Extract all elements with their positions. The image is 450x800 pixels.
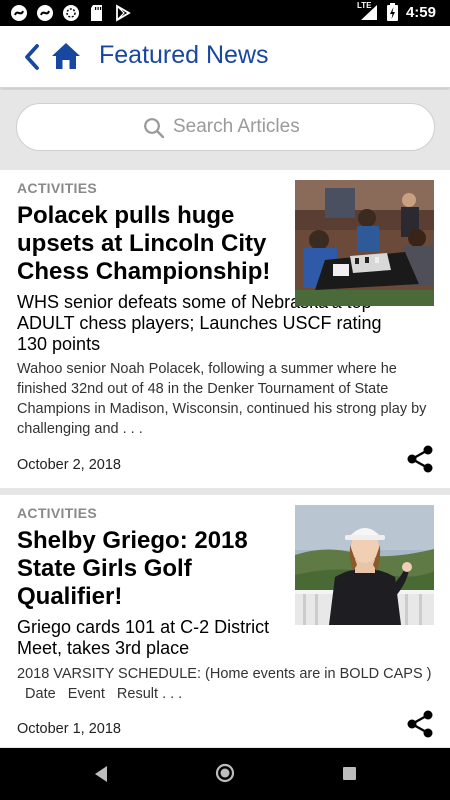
share-icon[interactable] <box>405 444 435 474</box>
swirl-app-icon <box>11 5 27 21</box>
chess-tournament-photo[interactable] <box>295 180 434 306</box>
article-date: October 2, 2018 <box>17 457 121 473</box>
system-nav-bar <box>0 748 450 800</box>
notification-icons <box>10 4 132 22</box>
article-category: ACTIVITIES <box>17 505 98 521</box>
home-icon[interactable] <box>50 40 82 72</box>
page-title: Featured News <box>99 41 269 69</box>
article-category: ACTIVITIES <box>17 180 98 196</box>
search-area <box>0 90 450 168</box>
status-time: 4:59 <box>405 3 436 21</box>
article-card[interactable]: ACTIVITIES Polacek pulls huge upsets at … <box>0 170 450 488</box>
search-icon <box>144 118 165 139</box>
article-date: October 1, 2018 <box>17 721 121 737</box>
status-bar: LTE 4:59 <box>0 0 450 26</box>
article-excerpt-line2: Date Event Result . . . <box>17 686 183 702</box>
app-bar: Featured News <box>0 26 450 88</box>
circle-app-icon <box>63 5 79 21</box>
share-icon[interactable] <box>405 709 435 739</box>
article-excerpt-line1: 2018 VARSITY SCHEDULE: (Home events are … <box>17 666 432 682</box>
system-status: LTE 4:59 <box>357 1 436 21</box>
nav-home-icon[interactable] <box>215 763 235 783</box>
article-headline[interactable]: Polacek pulls huge upsets at Lincoln Cit… <box>17 202 287 286</box>
search-input[interactable] <box>173 112 373 142</box>
swirl-app-icon <box>37 5 53 21</box>
play-store-icon <box>116 4 131 22</box>
chevron-left-icon[interactable] <box>20 42 44 72</box>
battery-charging-icon <box>386 3 398 21</box>
article-headline[interactable]: Shelby Griego: 2018 State Girls Golf Qua… <box>17 527 287 611</box>
signal-icon: LTE <box>357 1 379 21</box>
nav-back-icon[interactable] <box>93 765 109 783</box>
golfer-portrait-photo[interactable] <box>295 505 434 625</box>
article-subhead: Griego cards 101 at C-2 District Meet, t… <box>17 617 270 658</box>
sd-card-icon <box>91 5 102 21</box>
nav-recents-icon[interactable] <box>343 767 356 780</box>
search-bar[interactable] <box>16 103 435 151</box>
article-card[interactable]: ACTIVITIES Shelby Griego: 2018 State Gir… <box>0 495 450 747</box>
article-excerpt: Wahoo senior Noah Polacek, following a s… <box>17 361 427 437</box>
